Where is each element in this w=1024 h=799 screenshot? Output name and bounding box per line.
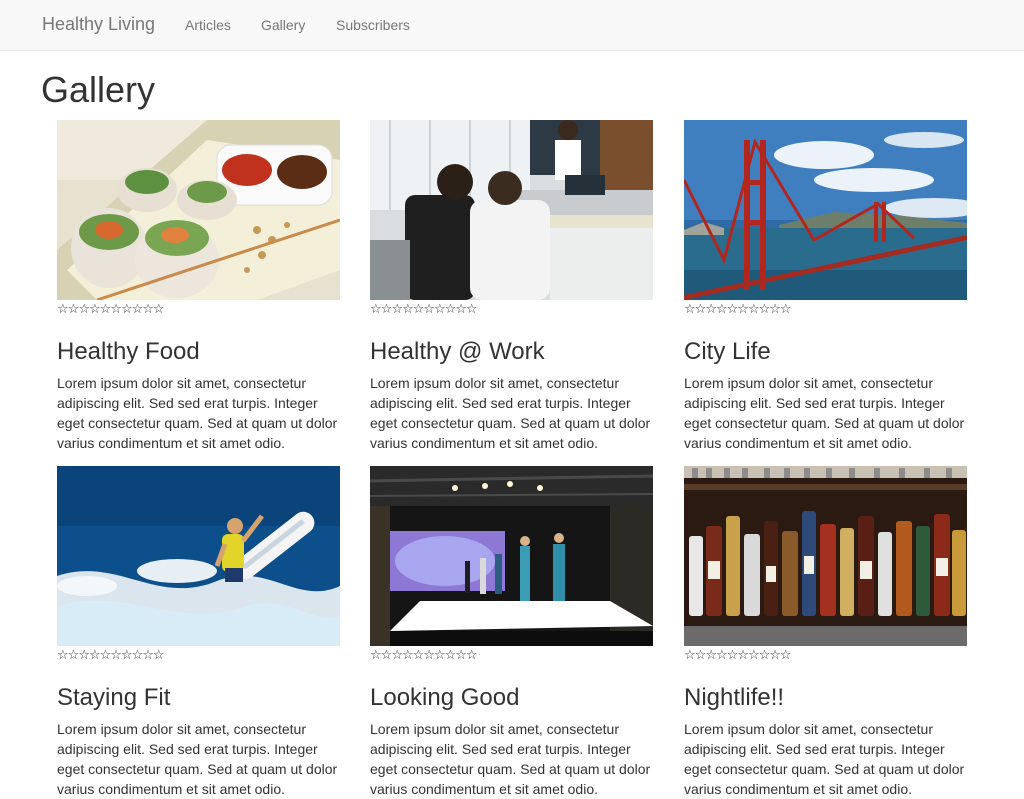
star-icon[interactable]: ☆ bbox=[445, 648, 457, 663]
gallery-card: ☆☆☆☆☆☆☆☆☆☆ Looking Good Lorem ipsum dolo… bbox=[370, 466, 653, 799]
sushi-rolls-image[interactable] bbox=[57, 120, 340, 300]
star-icon[interactable]: ☆ bbox=[423, 302, 435, 317]
star-icon[interactable]: ☆ bbox=[413, 648, 425, 663]
star-icon[interactable]: ☆ bbox=[142, 302, 154, 317]
star-icon[interactable]: ☆ bbox=[434, 302, 446, 317]
star-icon[interactable]: ☆ bbox=[705, 302, 717, 317]
card-text: Lorem ipsum dolor sit amet, consectetur … bbox=[57, 375, 338, 451]
star-icon[interactable]: ☆ bbox=[381, 648, 393, 663]
surfer-image[interactable] bbox=[57, 466, 340, 646]
star-icon[interactable]: ☆ bbox=[466, 648, 478, 663]
star-icon[interactable]: ☆ bbox=[455, 302, 467, 317]
card-title: Staying Fit bbox=[57, 684, 171, 711]
star-icon[interactable]: ☆ bbox=[684, 302, 696, 317]
star-icon[interactable]: ☆ bbox=[391, 648, 403, 663]
star-icon[interactable]: ☆ bbox=[445, 302, 457, 317]
nav-link-subscribers[interactable]: Subscribers bbox=[336, 16, 410, 34]
star-icon[interactable]: ☆ bbox=[466, 302, 478, 317]
star-icon[interactable]: ☆ bbox=[370, 648, 382, 663]
page-title: Gallery bbox=[41, 69, 156, 110]
gallery-card: ☆☆☆☆☆☆☆☆☆☆ Nightlife!! Lorem ipsum dolor… bbox=[684, 466, 967, 799]
star-icon[interactable]: ☆ bbox=[737, 648, 749, 663]
star-icon[interactable]: ☆ bbox=[727, 648, 739, 663]
card-title: Looking Good bbox=[370, 684, 520, 711]
star-icon[interactable]: ☆ bbox=[727, 302, 739, 317]
star-icon[interactable]: ☆ bbox=[423, 648, 435, 663]
brand-link[interactable]: Healthy Living bbox=[42, 14, 155, 34]
star-icon[interactable]: ☆ bbox=[391, 302, 403, 317]
star-rating[interactable]: ☆☆☆☆☆☆☆☆☆☆ bbox=[370, 301, 653, 319]
star-icon[interactable]: ☆ bbox=[100, 302, 112, 317]
star-icon[interactable]: ☆ bbox=[381, 302, 393, 317]
card-text: Lorem ipsum dolor sit amet, consectetur … bbox=[684, 721, 965, 797]
card-text: Lorem ipsum dolor sit amet, consectetur … bbox=[684, 375, 965, 451]
gallery-card: ☆☆☆☆☆☆☆☆☆☆ City Life Lorem ipsum dolor s… bbox=[684, 120, 967, 453]
card-text: Lorem ipsum dolor sit amet, consectetur … bbox=[370, 721, 651, 797]
card-text: Lorem ipsum dolor sit amet, consectetur … bbox=[57, 721, 338, 797]
star-icon[interactable]: ☆ bbox=[769, 648, 781, 663]
card-title: Healthy Food bbox=[57, 338, 200, 365]
star-icon[interactable]: ☆ bbox=[121, 648, 133, 663]
star-icon[interactable]: ☆ bbox=[684, 648, 696, 663]
star-rating[interactable]: ☆☆☆☆☆☆☆☆☆☆ bbox=[370, 647, 653, 665]
star-icon[interactable]: ☆ bbox=[100, 648, 112, 663]
star-icon[interactable]: ☆ bbox=[132, 648, 144, 663]
gallery-card: ☆☆☆☆☆☆☆☆☆☆ Healthy Food Lorem ipsum dolo… bbox=[57, 120, 340, 453]
star-icon[interactable]: ☆ bbox=[413, 302, 425, 317]
star-icon[interactable]: ☆ bbox=[78, 302, 90, 317]
star-rating[interactable]: ☆☆☆☆☆☆☆☆☆☆ bbox=[57, 647, 340, 665]
fashion-runway-image[interactable] bbox=[370, 466, 653, 646]
star-icon[interactable]: ☆ bbox=[110, 302, 122, 317]
star-icon[interactable]: ☆ bbox=[132, 302, 144, 317]
star-icon[interactable]: ☆ bbox=[737, 302, 749, 317]
star-icon[interactable]: ☆ bbox=[110, 648, 122, 663]
star-icon[interactable]: ☆ bbox=[759, 302, 771, 317]
star-icon[interactable]: ☆ bbox=[153, 648, 165, 663]
nav-link-articles[interactable]: Articles bbox=[185, 16, 231, 34]
star-icon[interactable]: ☆ bbox=[705, 648, 717, 663]
nav-link-gallery[interactable]: Gallery bbox=[261, 16, 305, 34]
star-rating[interactable]: ☆☆☆☆☆☆☆☆☆☆ bbox=[684, 301, 967, 319]
card-title: City Life bbox=[684, 338, 771, 365]
star-icon[interactable]: ☆ bbox=[89, 302, 101, 317]
star-icon[interactable]: ☆ bbox=[780, 302, 792, 317]
star-icon[interactable]: ☆ bbox=[769, 302, 781, 317]
golden-gate-bridge-image[interactable] bbox=[684, 120, 967, 300]
star-icon[interactable]: ☆ bbox=[780, 648, 792, 663]
star-icon[interactable]: ☆ bbox=[695, 648, 707, 663]
star-icon[interactable]: ☆ bbox=[89, 648, 101, 663]
star-icon[interactable]: ☆ bbox=[402, 648, 414, 663]
star-icon[interactable]: ☆ bbox=[716, 302, 728, 317]
star-icon[interactable]: ☆ bbox=[57, 302, 69, 317]
star-icon[interactable]: ☆ bbox=[455, 648, 467, 663]
star-icon[interactable]: ☆ bbox=[695, 302, 707, 317]
star-icon[interactable]: ☆ bbox=[759, 648, 771, 663]
star-icon[interactable]: ☆ bbox=[402, 302, 414, 317]
star-rating[interactable]: ☆☆☆☆☆☆☆☆☆☆ bbox=[57, 301, 340, 319]
star-icon[interactable]: ☆ bbox=[370, 302, 382, 317]
gallery-card: ☆☆☆☆☆☆☆☆☆☆ Healthy @ Work Lorem ipsum do… bbox=[370, 120, 653, 453]
card-title: Nightlife!! bbox=[684, 684, 785, 711]
star-icon[interactable]: ☆ bbox=[142, 648, 154, 663]
star-icon[interactable]: ☆ bbox=[57, 648, 69, 663]
star-icon[interactable]: ☆ bbox=[78, 648, 90, 663]
star-icon[interactable]: ☆ bbox=[68, 648, 80, 663]
star-icon[interactable]: ☆ bbox=[716, 648, 728, 663]
star-rating[interactable]: ☆☆☆☆☆☆☆☆☆☆ bbox=[684, 647, 967, 665]
star-icon[interactable]: ☆ bbox=[748, 648, 760, 663]
card-text: Lorem ipsum dolor sit amet, consectetur … bbox=[370, 375, 651, 451]
top-navbar: Healthy Living Articles Gallery Subscrib… bbox=[0, 0, 1024, 51]
star-icon[interactable]: ☆ bbox=[153, 302, 165, 317]
star-icon[interactable]: ☆ bbox=[434, 648, 446, 663]
gallery-card: ☆☆☆☆☆☆☆☆☆☆ Staying Fit Lorem ipsum dolor… bbox=[57, 466, 340, 799]
star-icon[interactable]: ☆ bbox=[748, 302, 760, 317]
star-icon[interactable]: ☆ bbox=[121, 302, 133, 317]
star-icon[interactable]: ☆ bbox=[68, 302, 80, 317]
card-title: Healthy @ Work bbox=[370, 338, 545, 365]
bar-bottles-image[interactable] bbox=[684, 466, 967, 646]
office-reception-image[interactable] bbox=[370, 120, 653, 300]
